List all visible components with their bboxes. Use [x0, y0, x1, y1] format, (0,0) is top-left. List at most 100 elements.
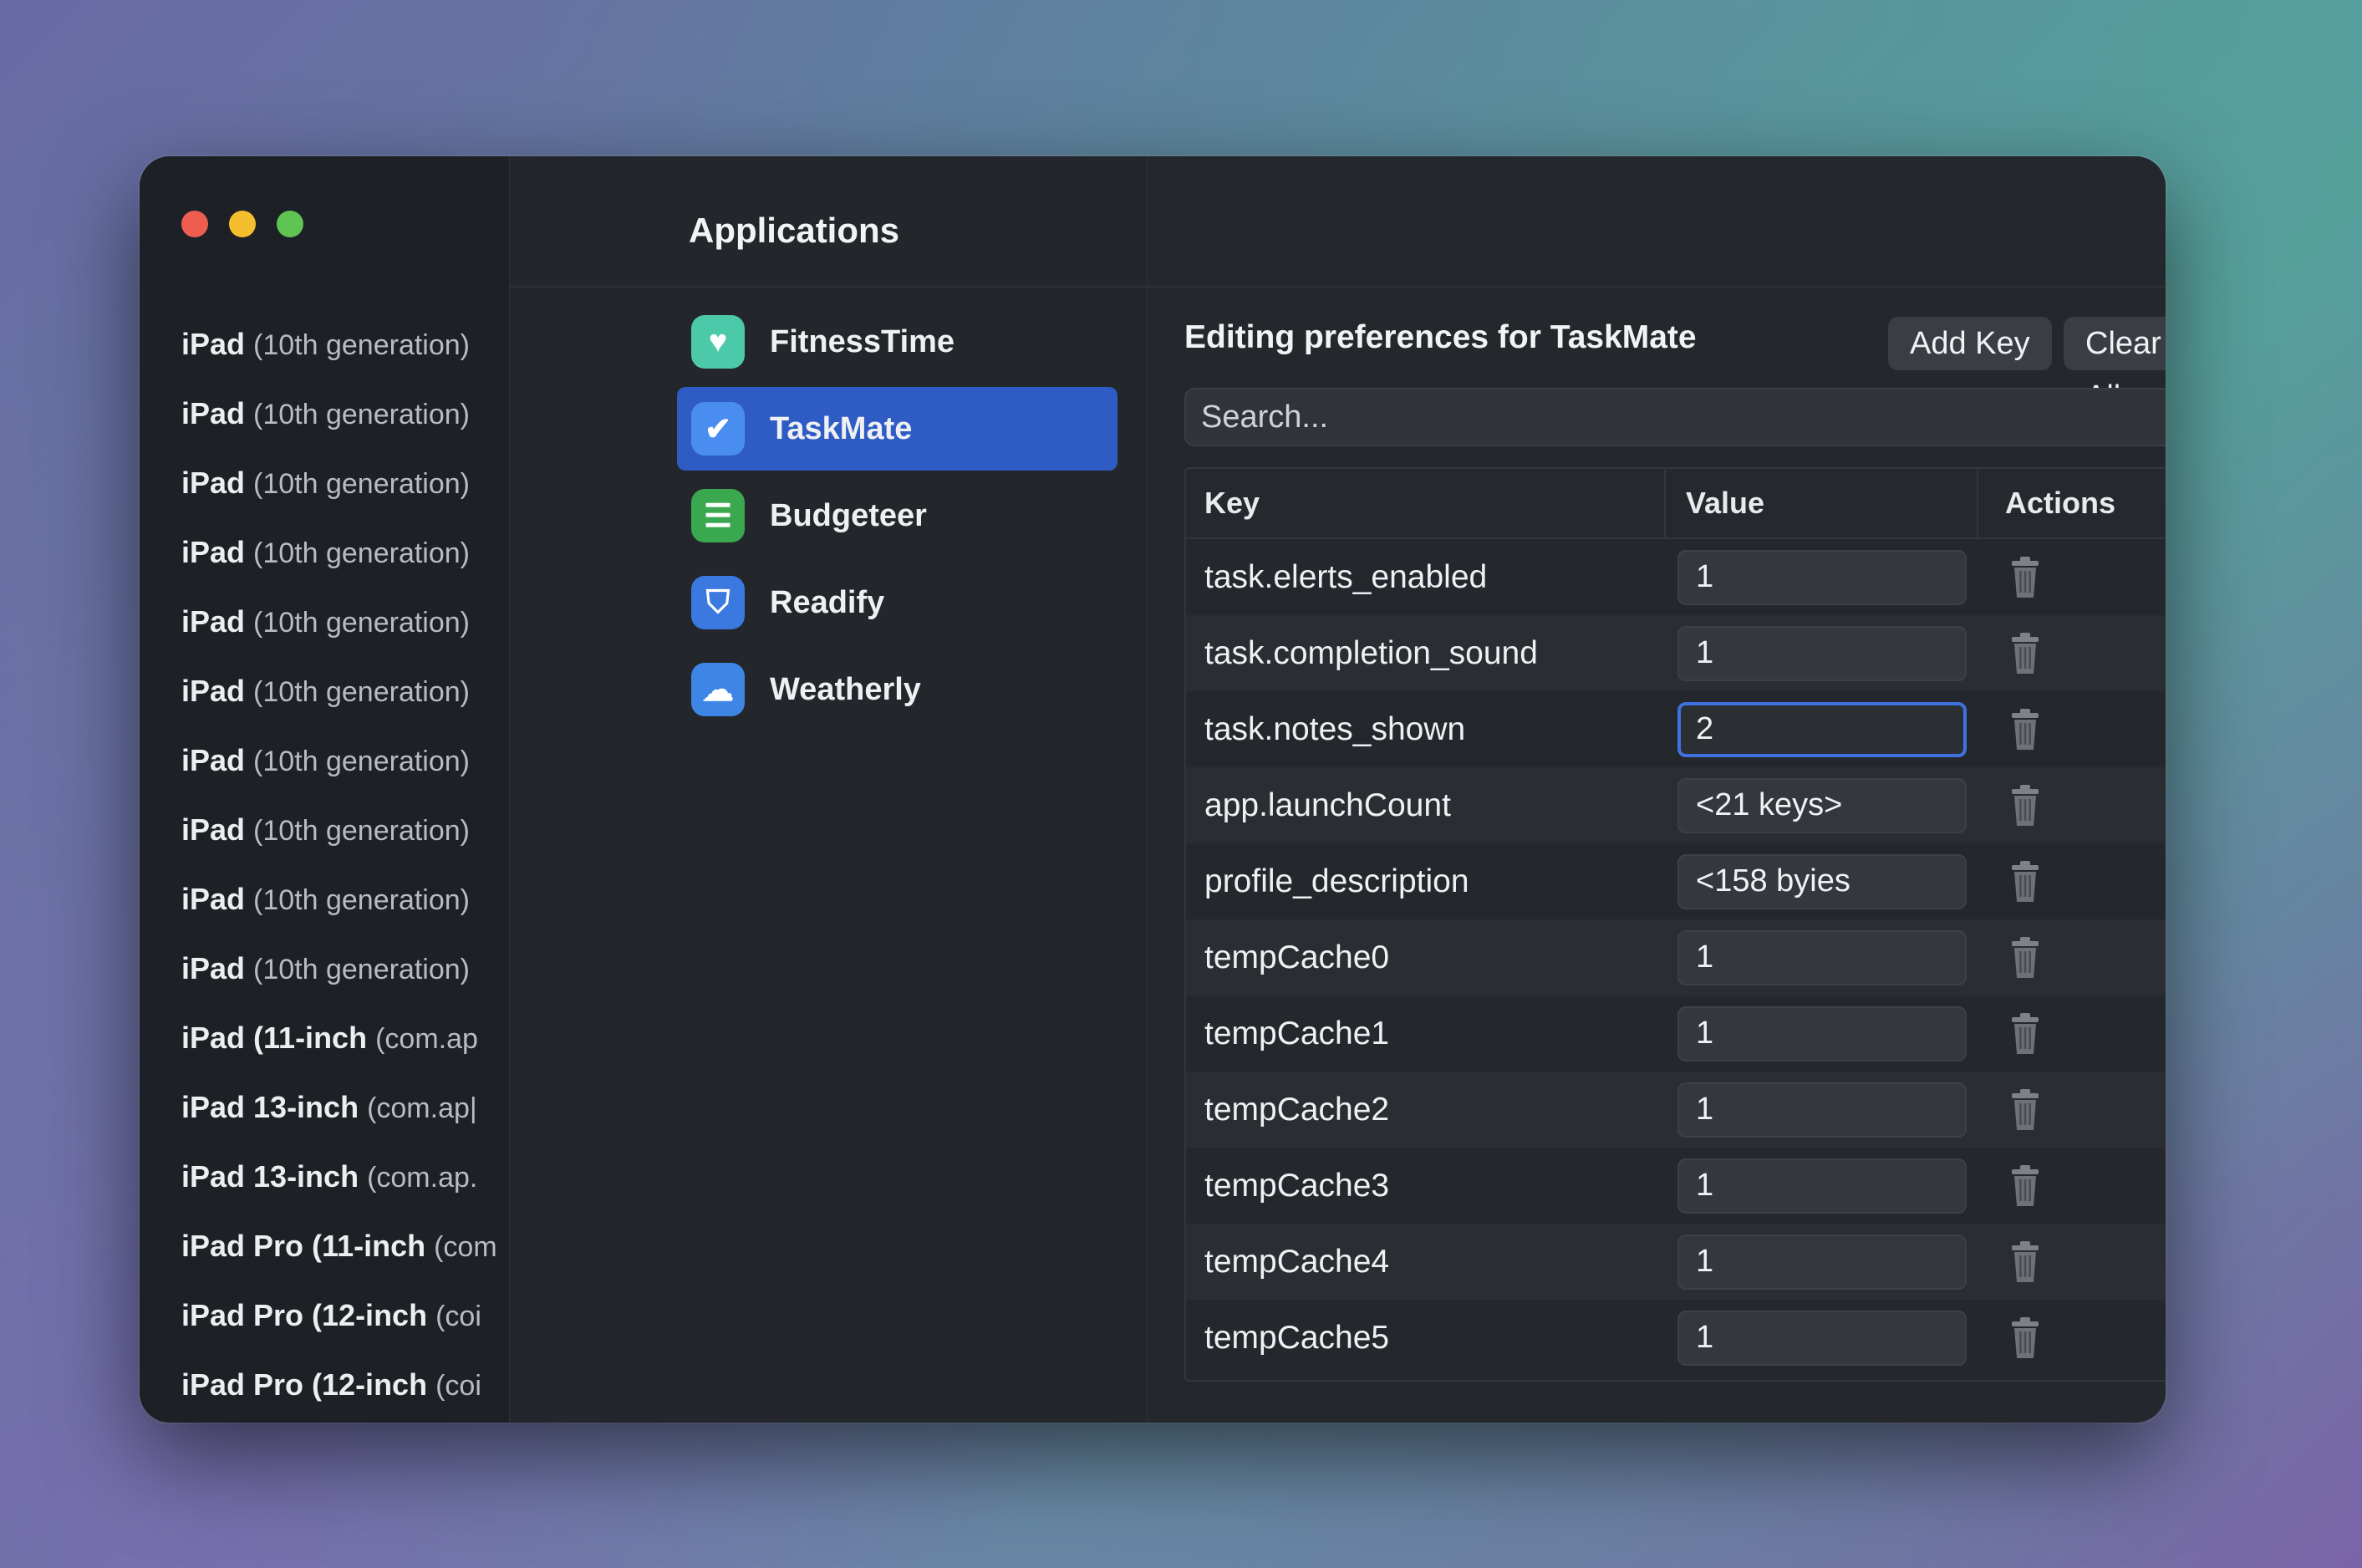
delete-button[interactable]: [1978, 1164, 2042, 1208]
device-detail: (10th generation): [253, 399, 470, 430]
trash-icon: [2012, 708, 2039, 750]
table-row: task.elerts_enabled: [1186, 539, 2166, 615]
device-item[interactable]: iPad (10th generation): [181, 517, 499, 587]
heart-icon: ♥: [691, 315, 745, 369]
device-detail: (10th generation): [253, 468, 470, 500]
add-key-button[interactable]: Add Key: [1888, 317, 2052, 370]
device-item[interactable]: iPad (10th generation): [181, 934, 499, 1003]
device-item[interactable]: iPad 13-inch (com.ap.: [181, 1142, 499, 1211]
device-detail: (com.ap|: [367, 1092, 477, 1124]
preference-key: task.notes_shown: [1204, 710, 1466, 747]
app-window: iPad (10th generation) iPad (10th generat…: [140, 156, 2166, 1423]
clear-all-button[interactable]: Clear All: [2064, 317, 2166, 415]
device-name: iPad: [181, 812, 246, 847]
device-detail: (coi: [435, 1370, 481, 1402]
device-name: iPad: [181, 466, 246, 500]
shield-icon: ⛉: [691, 576, 745, 629]
value-cell: [1666, 625, 1978, 681]
preference-value-input[interactable]: [1677, 701, 1967, 757]
app-item-taskmate[interactable]: ✔ TaskMate: [677, 387, 1117, 471]
delete-button[interactable]: [1978, 1012, 2042, 1056]
trash-icon: [2012, 1164, 2039, 1206]
value-cell: [1666, 701, 1978, 757]
delete-button[interactable]: [1978, 1316, 2042, 1360]
table-row: tempCache5: [1186, 1300, 2166, 1376]
trash-icon: [2012, 1012, 2039, 1054]
device-item[interactable]: iPad (10th generation): [181, 795, 499, 864]
device-item[interactable]: iPad 13-inch (com.ap|: [181, 1072, 499, 1142]
delete-button[interactable]: [1978, 708, 2042, 751]
device-item[interactable]: iPad Pro (12-inch (coi: [181, 1350, 499, 1419]
device-name: iPad Pro (12-inch: [181, 1367, 428, 1402]
app-item-label: Weatherly: [770, 671, 921, 707]
preference-key: app.launchCount: [1204, 787, 1451, 823]
trash-icon: [2012, 1316, 2039, 1358]
delete-button[interactable]: [1978, 556, 2042, 599]
device-detail: (com.ap.: [367, 1162, 478, 1194]
preference-value-input[interactable]: [1677, 929, 1967, 985]
preference-value-input[interactable]: [1677, 1234, 1967, 1290]
preference-value-input[interactable]: [1677, 1005, 1967, 1061]
device-item[interactable]: iPad (11-inch (com.ap: [181, 1003, 499, 1072]
table-row: task.notes_shown: [1186, 691, 2166, 767]
delete-button[interactable]: [1978, 936, 2042, 980]
device-item[interactable]: iPad (10th generation): [181, 448, 499, 517]
preference-key: tempCache1: [1204, 1015, 1390, 1051]
app-item-weatherly[interactable]: ☁ Weatherly: [677, 648, 1117, 731]
divider: [1148, 286, 2166, 288]
minimize-window-button[interactable]: [229, 211, 256, 237]
device-item[interactable]: iPad (10th generation): [181, 656, 499, 725]
zoom-window-button[interactable]: [277, 211, 303, 237]
device-item[interactable]: iPad Pro (11-inch (com: [181, 1211, 499, 1280]
device-item[interactable]: iPad (10th generation): [181, 379, 499, 448]
preferences-table: Key Value Actions task.elerts_enabledtas…: [1184, 467, 2166, 1382]
value-cell: [1666, 1158, 1978, 1214]
window-controls: [181, 211, 303, 237]
device-name: iPad: [181, 951, 246, 985]
device-detail: (10th generation): [253, 537, 470, 569]
close-window-button[interactable]: [181, 211, 208, 237]
preference-key: task.elerts_enabled: [1204, 558, 1488, 595]
device-name: iPad Pro (11-inch: [181, 1229, 426, 1263]
value-cell: [1666, 777, 1978, 833]
preference-value-input[interactable]: [1677, 853, 1967, 909]
device-list: iPad (10th generation) iPad (10th generat…: [181, 309, 499, 1419]
device-name: iPad: [181, 535, 246, 569]
table-row: task.completion_sound: [1186, 615, 2166, 691]
column-header-value[interactable]: Value: [1666, 469, 1978, 537]
preference-key: tempCache3: [1204, 1167, 1390, 1204]
delete-button[interactable]: [1978, 860, 2042, 904]
column-header-key[interactable]: Key: [1186, 469, 1666, 537]
table-header: Key Value Actions: [1186, 469, 2166, 539]
preference-value-input[interactable]: [1677, 1082, 1967, 1138]
app-item-readify[interactable]: ⛉ Readify: [677, 561, 1117, 644]
value-cell: [1666, 1234, 1978, 1290]
delete-button[interactable]: [1978, 632, 2042, 675]
device-detail: (coi: [435, 1301, 481, 1332]
app-item-fitnesstime[interactable]: ♥ FitnessTime: [677, 300, 1117, 384]
search-input[interactable]: [1184, 388, 2166, 446]
preference-value-input[interactable]: [1677, 1158, 1967, 1214]
device-item[interactable]: iPad (10th generation): [181, 587, 499, 656]
preference-value-input[interactable]: [1677, 625, 1967, 681]
app-item-label: Budgeteer: [770, 497, 927, 533]
column-header-actions: Actions: [2005, 486, 2116, 520]
table-body: task.elerts_enabled task.completion_sound…: [1186, 539, 2166, 1376]
device-item[interactable]: iPad (10th generation): [181, 725, 499, 795]
delete-button[interactable]: [1978, 784, 2042, 827]
delete-button[interactable]: [1978, 1088, 2042, 1132]
preference-value-input[interactable]: [1677, 549, 1967, 605]
device-item[interactable]: iPad Pro (12-inch (coi: [181, 1280, 499, 1350]
preferences-editor: Editing preferences for TaskMate Add Key…: [1148, 156, 2166, 1423]
app-item-budgeteer[interactable]: ☰ Budgeteer: [677, 474, 1117, 557]
value-cell: [1666, 853, 1978, 909]
preference-value-input[interactable]: [1677, 777, 1967, 833]
device-item[interactable]: iPad (10th generation): [181, 864, 499, 934]
device-detail: (com: [434, 1231, 497, 1263]
value-cell: [1666, 1310, 1978, 1366]
applications-panel: Applications ♥ FitnessTime ✔ TaskMate ☰ Budge…: [510, 156, 1148, 1423]
device-item[interactable]: iPad (10th generation): [181, 309, 499, 379]
delete-button[interactable]: [1978, 1240, 2042, 1284]
preference-key: tempCache2: [1204, 1091, 1390, 1128]
preference-value-input[interactable]: [1677, 1310, 1967, 1366]
